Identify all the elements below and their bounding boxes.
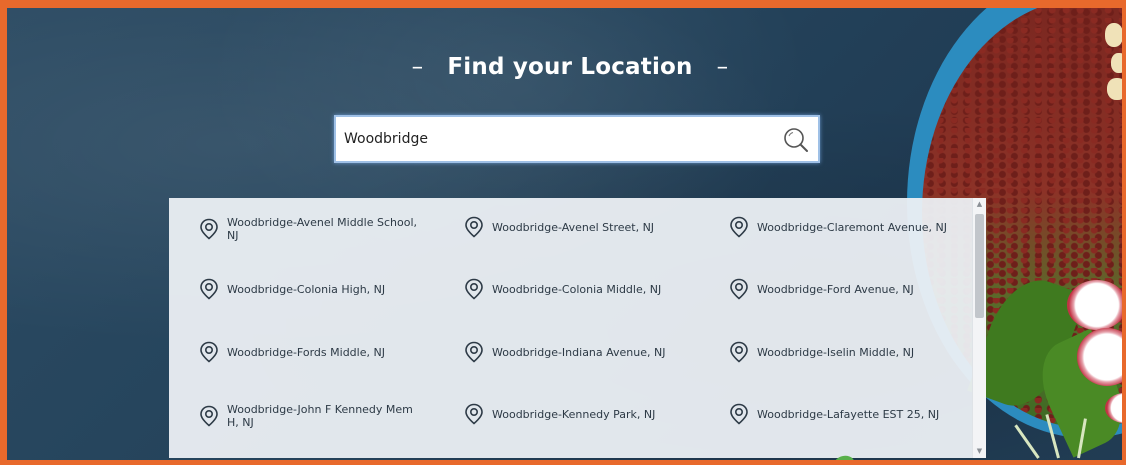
location-suggestions-dropdown: Woodbridge-Avenel Middle School, NJ Woodb…	[169, 198, 986, 458]
scrollbar-thumb[interactable]	[975, 214, 984, 318]
location-pin-icon	[730, 403, 748, 425]
location-suggestion-label: Woodbridge-Avenel Middle School, NJ	[227, 216, 417, 242]
location-pin-icon	[200, 278, 218, 300]
magnifier-icon[interactable]	[782, 126, 810, 154]
location-suggestion-item[interactable]: Woodbridge-John F Kennedy Mem H, NJ	[199, 403, 427, 429]
location-pin-icon	[730, 341, 748, 363]
location-suggestion-item[interactable]: Woodbridge-Colonia High, NJ	[199, 278, 427, 300]
location-suggestion-item[interactable]: Woodbridge-Fords Middle, NJ	[199, 341, 427, 363]
location-pin-icon	[465, 403, 483, 425]
nut	[1107, 78, 1122, 100]
title-dash: –	[411, 54, 424, 80]
title-dash: –	[716, 54, 729, 80]
location-suggestion-label: Woodbridge-Iselin Middle, NJ	[757, 345, 915, 359]
location-suggestion-label: Woodbridge-Lafayette EST 25, NJ	[757, 407, 940, 421]
location-suggestion-label: Woodbridge-Colonia Middle, NJ	[492, 282, 662, 296]
page-frame: –Find your Location– Woodbridge-Avenel M…	[0, 0, 1126, 465]
location-pin-icon	[200, 405, 218, 427]
location-suggestion-label: Woodbridge-John F Kennedy Mem H, NJ	[227, 403, 413, 429]
location-suggestion-item[interactable]: Woodbridge-Indiana Avenue, NJ	[464, 341, 692, 363]
location-pin-icon	[465, 341, 483, 363]
radish-slice	[1067, 280, 1122, 330]
location-suggestion-item[interactable]: Woodbridge-Lafayette EST 25, NJ	[729, 403, 957, 425]
location-suggestion-label: Woodbridge-Indiana Avenue, NJ	[492, 345, 666, 359]
location-suggestion-label: Woodbridge-Kennedy Park, NJ	[492, 407, 656, 421]
page-title: – Find your Location –	[7, 54, 1122, 80]
location-pin-icon	[200, 341, 218, 363]
location-search-box	[334, 115, 820, 163]
location-suggestion-item[interactable]: Woodbridge-Claremont Avenue, NJ	[729, 216, 957, 238]
scroll-down-arrow-icon[interactable]: ▼	[973, 445, 986, 458]
scroll-up-arrow-icon[interactable]: ▲	[973, 198, 986, 211]
title-text: Find your Location	[447, 54, 693, 80]
location-suggestion-label: Woodbridge-Colonia High, NJ	[227, 282, 386, 296]
location-suggestion-label: Woodbridge-Avenel Street, NJ	[492, 220, 655, 234]
location-pin-icon	[200, 218, 218, 240]
location-pin-icon	[730, 216, 748, 238]
suggestions-grid: Woodbridge-Avenel Middle School, NJ Woodb…	[169, 198, 969, 458]
location-suggestion-item[interactable]: Woodbridge-Avenel Street, NJ	[464, 216, 692, 238]
location-suggestion-label: Woodbridge-Fords Middle, NJ	[227, 345, 385, 359]
location-suggestion-item[interactable]: Woodbridge-Kennedy Park, NJ	[464, 403, 692, 425]
location-search-input[interactable]	[344, 127, 774, 151]
location-suggestion-label: Woodbridge-Claremont Avenue, NJ	[757, 220, 948, 234]
nut	[1105, 23, 1122, 47]
scrollbar[interactable]: ▲ ▼	[972, 198, 986, 458]
location-pin-icon	[465, 278, 483, 300]
location-suggestion-item[interactable]: Woodbridge-Colonia Middle, NJ	[464, 278, 692, 300]
location-suggestion-label: Woodbridge-Ford Avenue, NJ	[757, 282, 914, 296]
location-suggestion-item[interactable]: Woodbridge-Ford Avenue, NJ	[729, 278, 957, 300]
location-suggestion-item[interactable]: Woodbridge-Avenel Middle School, NJ	[199, 216, 427, 242]
location-pin-icon	[465, 216, 483, 238]
location-pin-icon	[730, 278, 748, 300]
location-suggestion-item[interactable]: Woodbridge-Iselin Middle, NJ	[729, 341, 957, 363]
